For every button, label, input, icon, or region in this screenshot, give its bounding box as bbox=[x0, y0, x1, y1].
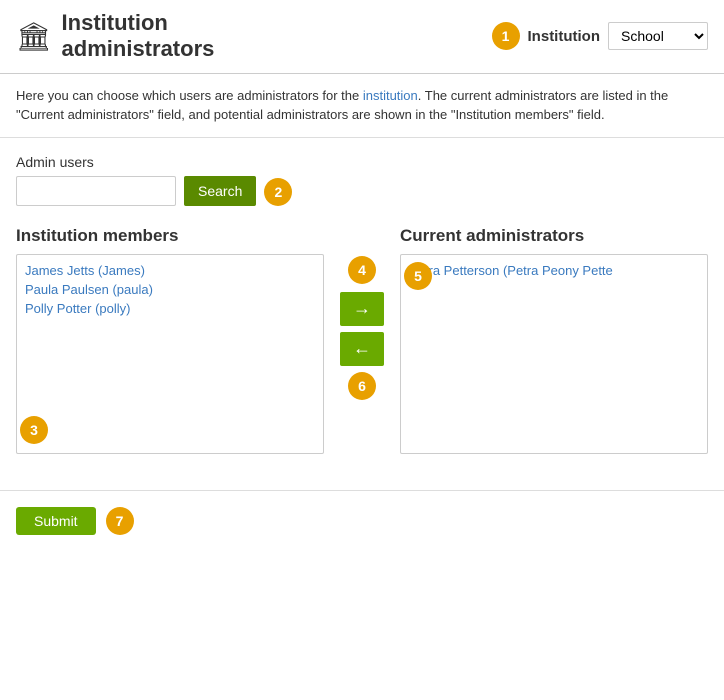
institution-select[interactable]: School University College bbox=[608, 22, 708, 50]
institution-members-heading: Institution members bbox=[16, 226, 324, 246]
search-button[interactable]: Search bbox=[184, 176, 256, 206]
badge-2: 2 bbox=[264, 178, 292, 206]
badge-2-wrapper: 2 bbox=[264, 178, 290, 204]
description: Here you can choose which users are admi… bbox=[0, 74, 724, 138]
title-line2: administrators bbox=[62, 36, 215, 62]
admin-users-label: Admin users bbox=[16, 154, 708, 170]
current-admins-container: Petra Petterson (Petra Peony Pette 5 bbox=[400, 254, 708, 454]
remove-from-admins-button[interactable]: ← bbox=[340, 332, 384, 366]
header: 🏛 Institution administrators 1 Instituti… bbox=[0, 0, 724, 74]
institution-icon: 🏛 bbox=[16, 20, 52, 53]
title-line1: Institution bbox=[62, 10, 215, 36]
footer-row: Submit 7 bbox=[16, 507, 708, 535]
badge-4: 4 bbox=[348, 256, 376, 284]
header-right: 1 Institution School University College bbox=[492, 22, 708, 50]
badge-7: 7 bbox=[106, 507, 134, 535]
current-admins-list[interactable]: Petra Petterson (Petra Peony Pette bbox=[400, 254, 708, 454]
column-left: Institution members James Jetts (James) … bbox=[16, 226, 324, 454]
description-text-part1: Here you can choose which users are admi… bbox=[16, 88, 363, 103]
member-item-2[interactable]: Polly Potter (polly) bbox=[25, 299, 315, 318]
current-admins-heading: Current administrators bbox=[400, 226, 708, 246]
search-row: Search 2 bbox=[16, 176, 708, 206]
institution-label: Institution bbox=[528, 28, 600, 45]
institution-members-container: James Jetts (James) Paula Paulsen (paula… bbox=[16, 254, 324, 454]
badge-5: 5 bbox=[404, 262, 432, 290]
institution-members-list[interactable]: James Jetts (James) Paula Paulsen (paula… bbox=[16, 254, 324, 454]
right-arrow-icon: → bbox=[353, 298, 371, 319]
left-arrow-icon: ← bbox=[353, 338, 371, 359]
submit-button[interactable]: Submit bbox=[16, 507, 96, 535]
add-to-admins-button[interactable]: → bbox=[340, 292, 384, 326]
transfer-controls: 4 → ← 6 bbox=[324, 286, 400, 398]
header-left: 🏛 Institution administrators bbox=[16, 10, 214, 63]
admin-item-0[interactable]: Petra Petterson (Petra Peony Pette bbox=[409, 261, 699, 280]
member-item-0[interactable]: James Jetts (James) bbox=[25, 261, 315, 280]
admin-search-section: Admin users Search 2 bbox=[16, 154, 708, 206]
badge-6: 6 bbox=[348, 372, 376, 400]
header-title: Institution administrators bbox=[62, 10, 215, 63]
member-item-1[interactable]: Paula Paulsen (paula) bbox=[25, 280, 315, 299]
institution-link[interactable]: institution bbox=[363, 88, 418, 103]
columns-row: Institution members James Jetts (James) … bbox=[16, 226, 708, 454]
badge-3: 3 bbox=[20, 416, 48, 444]
badge-1: 1 bbox=[492, 22, 520, 50]
column-right: Current administrators Petra Petterson (… bbox=[400, 226, 708, 454]
page-wrapper: 🏛 Institution administrators 1 Instituti… bbox=[0, 0, 724, 700]
main-content: Admin users Search 2 Institution members… bbox=[0, 138, 724, 470]
search-input[interactable] bbox=[16, 176, 176, 206]
footer-section: Submit 7 bbox=[0, 490, 724, 551]
